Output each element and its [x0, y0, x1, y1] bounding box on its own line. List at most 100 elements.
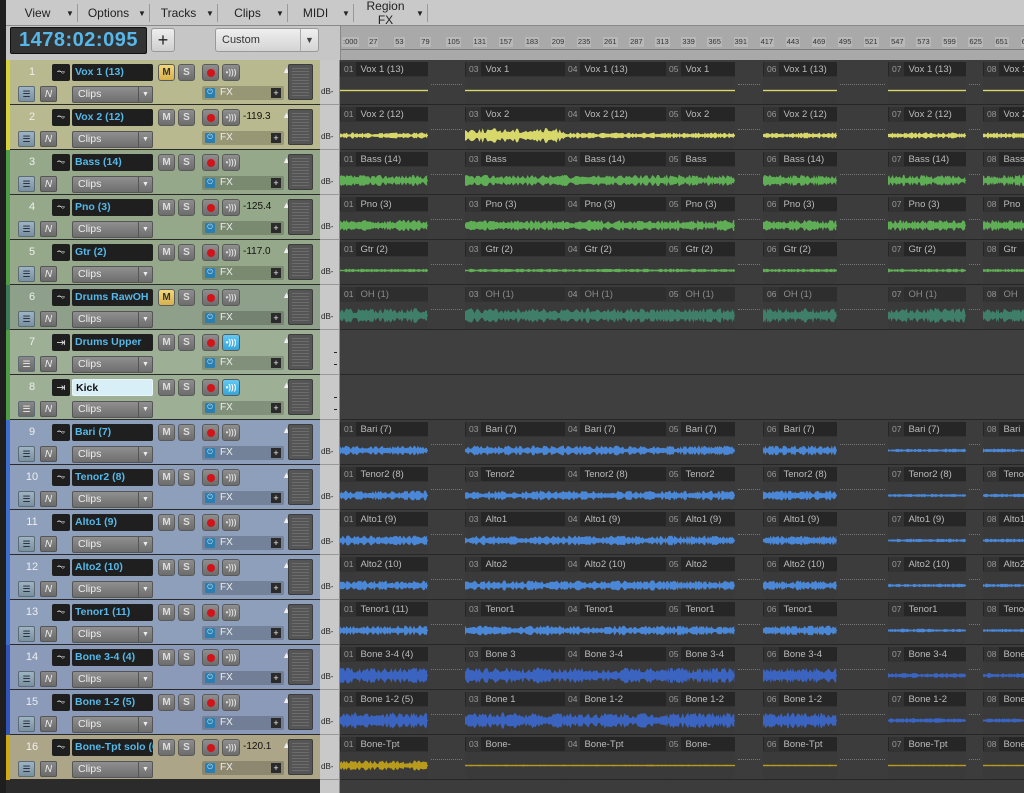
clip-lane[interactable]: 01 Vox 2 (12) 03 Vox 2 04 Vox 2 (12) 05 Vox 2 06… — [340, 105, 1024, 150]
mute-button[interactable]: M — [158, 379, 175, 396]
audio-clip[interactable]: 06 Vox 1 (13) — [763, 62, 837, 104]
mute-button[interactable]: M — [158, 334, 175, 351]
audio-clip[interactable]: 08 Alto2 — [983, 557, 1024, 599]
mute-button[interactable]: M — [158, 469, 175, 486]
record-arm-button[interactable] — [202, 424, 219, 441]
track-header[interactable]: 10 ⏦ Tenor2 (8) M S •))) ▲ ☰ N Clips ▼ ⏻ F… — [6, 465, 320, 510]
record-arm-button[interactable] — [202, 334, 219, 351]
record-arm-button[interactable] — [202, 649, 219, 666]
solo-button[interactable]: S — [178, 289, 195, 306]
track-view-icon[interactable]: ☰ — [18, 536, 35, 552]
audio-clip[interactable]: 07 Alto1 (9) — [888, 512, 966, 554]
waveform-icon[interactable]: ⏦ — [52, 154, 70, 171]
audio-clip[interactable]: 03 Alto2 — [465, 557, 572, 599]
add-fx-icon[interactable]: + — [271, 718, 281, 728]
audio-clip[interactable]: 07 Vox 2 (12) — [888, 107, 966, 149]
lane-view-dropdown[interactable]: Clips ▼ — [72, 491, 153, 508]
audio-clip[interactable]: 03 Bone- — [465, 737, 572, 779]
audio-clip[interactable]: 07 Bone-Tpt — [888, 737, 966, 779]
mute-button[interactable]: M — [158, 109, 175, 126]
audio-clip[interactable]: 07 Bass (14) — [888, 152, 966, 194]
track-header[interactable]: 15 ⏦ Bone 1-2 (5) M S •))) ▲ ☰ N Clips ▼ … — [6, 690, 320, 735]
clip-lane[interactable]: 01 Alto1 (9) 03 Alto1 04 Alto1 (9) 05 Alto1 (9)… — [340, 510, 1024, 555]
power-icon[interactable]: ⏻ — [205, 268, 215, 278]
audio-clip[interactable]: 07 OH (1) — [888, 287, 966, 329]
waveform-icon[interactable]: ⏦ — [52, 109, 70, 126]
add-fx-icon[interactable]: + — [271, 583, 281, 593]
track-header[interactable]: 16 ⏦ Bone-Tpt solo (6) M S •))) -120.1 ▲… — [6, 735, 320, 780]
audio-clip[interactable]: 04 Bass (14) — [564, 152, 673, 194]
fx-bin[interactable]: ⏻ FX + — [202, 626, 284, 640]
fx-bin[interactable]: ⏻ FX + — [202, 536, 284, 550]
audio-clip[interactable]: 01 Bone-Tpt — [340, 737, 428, 779]
menu-tracks[interactable]: Tracks ▼ — [150, 4, 218, 22]
waveform-icon[interactable]: ⏦ — [52, 244, 70, 261]
mute-button[interactable]: M — [158, 694, 175, 711]
audio-clip[interactable]: 08 Alto1 — [983, 512, 1024, 554]
audio-clip[interactable]: 07 Pno (3) — [888, 197, 966, 239]
solo-button[interactable]: S — [178, 649, 195, 666]
audio-clip[interactable]: 07 Tenor1 — [888, 602, 966, 644]
mute-button[interactable]: M — [158, 64, 175, 81]
audio-clip[interactable]: 06 OH (1) — [763, 287, 837, 329]
audio-clip[interactable]: 08 Gtr — [983, 242, 1024, 284]
input-monitor-button[interactable]: •))) — [222, 604, 240, 621]
menu-options[interactable]: Options ▼ — [78, 4, 150, 22]
lane-view-dropdown[interactable]: Clips ▼ — [72, 131, 153, 148]
add-fx-icon[interactable]: + — [271, 313, 281, 323]
track-view-icon[interactable]: ☰ — [18, 581, 35, 597]
clip-lane[interactable]: 01 Pno (3) 03 Pno (3) 04 Pno (3) 05 Pno (3) 06 Pn… — [340, 195, 1024, 240]
lane-view-dropdown[interactable]: Clips ▼ — [72, 761, 153, 778]
input-monitor-button[interactable]: •))) — [222, 694, 240, 711]
solo-button[interactable]: S — [178, 514, 195, 531]
audio-clip[interactable]: 08Tenor2 — [983, 467, 1024, 509]
audio-clip[interactable]: 07 Alto2 (10) — [888, 557, 966, 599]
waveform-icon[interactable]: ⏦ — [52, 64, 70, 81]
add-fx-icon[interactable]: + — [271, 178, 281, 188]
fx-bin[interactable]: ⏻ FX + — [202, 581, 284, 595]
power-icon[interactable]: ⏻ — [205, 493, 215, 503]
waveform-icon[interactable]: ⏦ — [52, 289, 70, 306]
track-header[interactable]: 4 ⏦ Pno (3) M S •))) -125.4 ▲ ☰ N Clips ▼… — [6, 195, 320, 240]
track-header[interactable]: 8 ⇥ Kick M S •))) ▲ ☰ N Clips ▼ ⏻ FX + — [6, 375, 320, 420]
audio-clip[interactable]: 05 Gtr (2) — [665, 242, 735, 284]
mute-button[interactable]: M — [158, 244, 175, 261]
record-arm-button[interactable] — [202, 514, 219, 531]
record-arm-button[interactable] — [202, 64, 219, 81]
waveform-icon[interactable]: ⏦ — [52, 514, 70, 531]
track-view-icon[interactable]: ☰ — [18, 266, 35, 282]
solo-button[interactable]: S — [178, 604, 195, 621]
waveform-icon[interactable]: ⏦ — [52, 559, 70, 576]
track-name-field[interactable]: Bari (7) — [72, 424, 153, 441]
record-arm-button[interactable] — [202, 199, 219, 216]
audio-clip[interactable]: 03 Pno (3) — [465, 197, 572, 239]
audio-clip[interactable]: 05 Bass — [665, 152, 735, 194]
audio-clip[interactable]: 05 Vox 1 — [665, 62, 735, 104]
track-header[interactable]: 13 ⏦ Tenor1 (11) M S •))) ▲ ☰ N Clips ▼ ⏻… — [6, 600, 320, 645]
input-monitor-button[interactable]: •))) — [222, 244, 240, 261]
clip-lane[interactable]: 01 Tenor1 (11) 03 Tenor1 04 Tenor1 05 Tenor1 06 T… — [340, 600, 1024, 645]
solo-button[interactable]: S — [178, 244, 195, 261]
audio-clip[interactable]: 04 Gtr (2) — [564, 242, 673, 284]
solo-button[interactable]: S — [178, 154, 195, 171]
track-name-field[interactable]: Bone 3-4 (4) — [72, 649, 153, 666]
audio-clip[interactable]: 05 OH (1) — [665, 287, 735, 329]
audio-clip[interactable]: 05 Alto2 — [665, 557, 735, 599]
power-icon[interactable]: ⏻ — [205, 583, 215, 593]
add-fx-icon[interactable]: + — [271, 133, 281, 143]
audio-clip[interactable]: 01 Bass (14) — [340, 152, 428, 194]
clip-lane[interactable]: 01 Bone-Tpt 03 Bone- 04 Bone-Tpt 05 Bone- 06 Bone… — [340, 735, 1024, 780]
track-view-icon[interactable]: ☰ — [18, 311, 35, 327]
track-name-field[interactable]: Alto2 (10) — [72, 559, 153, 576]
automation-icon[interactable]: N — [40, 131, 57, 147]
view-preset-dropdown[interactable]: Custom ▼ — [215, 28, 319, 52]
fx-bin[interactable]: ⏻ FX + — [202, 716, 284, 730]
track-name-field[interactable]: Drums RawOH — [72, 289, 153, 306]
audio-clip[interactable]: 03 Bone 1 — [465, 692, 572, 734]
input-monitor-button[interactable]: •))) — [222, 154, 240, 171]
mute-button[interactable]: M — [158, 514, 175, 531]
track-view-icon[interactable]: ☰ — [18, 131, 35, 147]
audio-clip[interactable]: 03 Alto1 — [465, 512, 572, 554]
audio-clip[interactable]: 03 Bass — [465, 152, 572, 194]
lane-view-dropdown[interactable]: Clips ▼ — [72, 626, 153, 643]
